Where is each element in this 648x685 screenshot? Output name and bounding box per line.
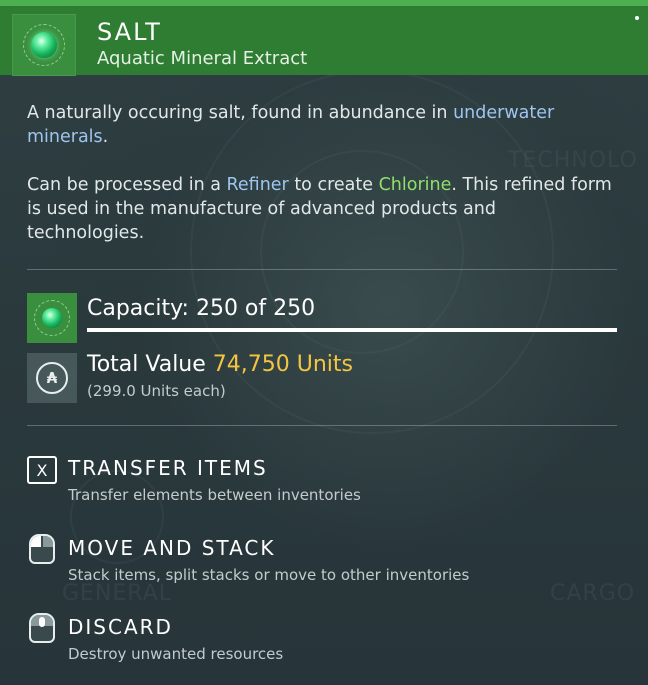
action-discard-desc: Destroy unwanted resources	[68, 645, 284, 663]
link-refiner[interactable]: Refiner	[227, 175, 289, 195]
desc-text: Can be processed in a	[27, 175, 227, 195]
mouse-wheel	[39, 617, 45, 627]
total-value: Total Value 74,750 Units	[87, 352, 353, 377]
unit-value-each: (299.0 Units each)	[87, 382, 226, 400]
divider	[27, 425, 617, 426]
action-transfer-items[interactable]: TRANSFER ITEMS	[68, 456, 268, 480]
bg-label-general: GENERAL	[62, 581, 173, 606]
units-icon-frame: ₳	[27, 353, 77, 403]
green-orb-icon	[34, 300, 70, 336]
item-description-origin: A naturally occuring salt, found in abun…	[27, 101, 617, 149]
bg-label-cargo: CARGO	[550, 581, 636, 606]
link-chlorine[interactable]: Chlorine	[379, 175, 452, 195]
header-dot	[635, 16, 639, 20]
mouse-shape	[29, 613, 55, 643]
action-discard[interactable]: DISCARD	[68, 615, 173, 639]
item-header: SALT Aquatic Mineral Extract	[0, 6, 648, 76]
item-name: SALT	[97, 18, 162, 46]
mouse-middle-click-icon	[27, 613, 57, 643]
orb-core	[42, 308, 62, 328]
action-transfer-items-desc: Transfer elements between inventories	[68, 486, 361, 504]
orb-core	[31, 32, 57, 58]
capacity-bar	[87, 328, 617, 332]
units-currency-icon: ₳	[36, 362, 68, 394]
x-key-icon: X	[27, 455, 57, 485]
total-value-amount: 74,750 Units	[212, 352, 353, 377]
bg-label-technology: TECHNOLO	[508, 148, 638, 173]
total-value-label: Total Value	[87, 352, 213, 377]
mouse-shape	[29, 534, 55, 564]
item-description-usage: Can be processed in a Refiner to create …	[27, 173, 617, 245]
action-move-and-stack-desc: Stack items, split stacks or move to oth…	[68, 566, 470, 584]
item-icon-frame	[12, 14, 76, 76]
action-move-and-stack[interactable]: MOVE AND STACK	[68, 536, 276, 560]
mouse-left-click-icon	[27, 534, 57, 564]
mouse-right-button	[42, 536, 53, 547]
desc-text: A naturally occuring salt, found in abun…	[27, 103, 454, 123]
desc-text: .	[102, 127, 109, 147]
desc-text: to create	[288, 175, 379, 195]
capacity-item-icon	[27, 293, 77, 343]
item-category: Aquatic Mineral Extract	[97, 48, 308, 69]
green-orb-icon	[23, 24, 65, 66]
divider	[27, 269, 617, 270]
key-cap: X	[27, 456, 57, 484]
capacity-label: Capacity: 250 of 250	[87, 296, 316, 321]
mouse-split	[41, 536, 43, 548]
